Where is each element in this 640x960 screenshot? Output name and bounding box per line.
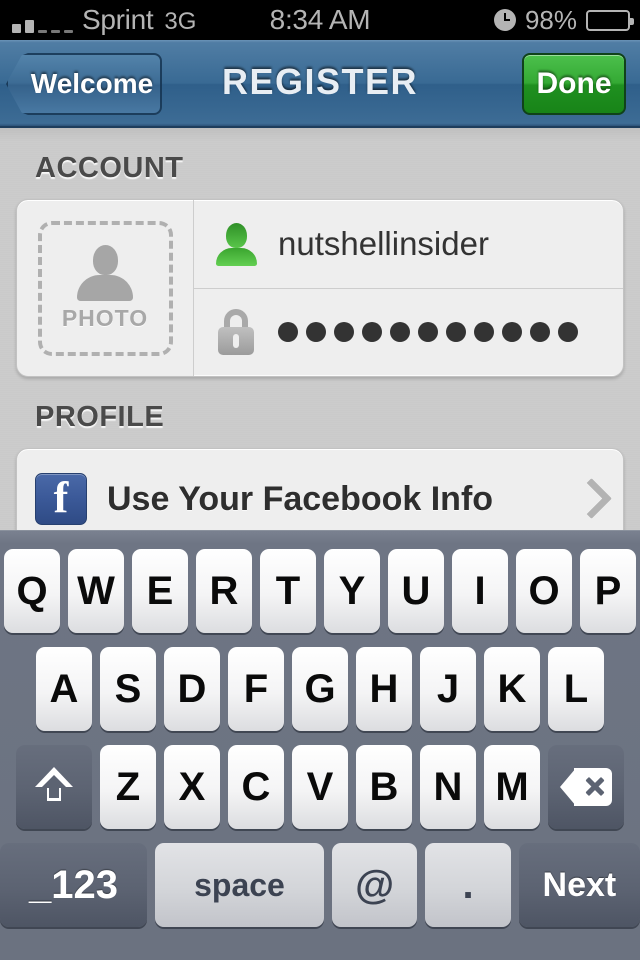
key-w[interactable]: W [68,549,124,633]
password-dot [502,322,522,343]
password-dot [418,322,438,343]
section-header-account: ACCOUNT [35,152,184,184]
onscreen-keyboard: QWERTYUIOP ASDFGHJKL ZXCVBNM _123 space … [0,530,640,960]
backspace-key[interactable] [548,745,624,829]
lock-icon [216,309,256,356]
status-bar: Sprint 3G 8:34 AM 98% [0,0,640,40]
account-card: PHOTO nutshellinsider [16,199,624,377]
keyboard-row-3: ZXCVBNM [0,745,640,829]
key-n[interactable]: N [420,745,476,829]
section-header-profile: PROFILE [35,401,165,433]
key-y[interactable]: Y [324,549,380,633]
period-key[interactable]: . [425,843,511,927]
key-h[interactable]: H [356,647,412,731]
keyboard-row-4: _123 space @ . Next [0,843,640,927]
password-dot [306,322,326,343]
photo-picker-button[interactable]: PHOTO [17,200,194,376]
password-dot [390,322,410,343]
key-b[interactable]: B [356,745,412,829]
key-x[interactable]: X [164,745,220,829]
space-key[interactable]: space [155,843,324,927]
password-field-row[interactable] [194,287,623,377]
password-dot [530,322,550,343]
shift-icon [35,767,73,807]
backspace-icon [560,768,612,806]
key-d[interactable]: D [164,647,220,731]
key-r[interactable]: R [196,549,252,633]
done-button[interactable]: Done [522,53,626,115]
key-l[interactable]: L [548,647,604,731]
key-s[interactable]: S [100,647,156,731]
key-c[interactable]: C [228,745,284,829]
battery-percent-label: 98% [524,4,577,35]
keyboard-row-2: ASDFGHJKL [0,647,640,731]
photo-label: PHOTO [61,304,149,331]
numbers-key[interactable]: _123 [0,843,148,927]
photo-placeholder-box: PHOTO [37,220,173,356]
key-q[interactable]: Q [4,549,60,633]
alarm-clock-icon [493,9,516,31]
key-a[interactable]: A [36,647,92,731]
at-key[interactable]: @ [331,843,418,927]
password-dot [334,322,354,343]
person-silhouette-icon [75,244,135,301]
key-i[interactable]: I [452,549,508,633]
status-bar-right: 98% [493,4,640,36]
key-g[interactable]: G [292,647,348,731]
password-input[interactable] [278,322,578,343]
password-dot [362,322,382,343]
facebook-info-row[interactable]: Use Your Facebook Info [16,448,624,530]
account-fields: nutshellinsider [194,200,623,376]
password-dot [558,322,578,343]
password-dot [446,322,466,343]
key-o[interactable]: O [516,549,572,633]
keyboard-row-1: QWERTYUIOP [0,549,640,633]
key-k[interactable]: K [484,647,540,731]
key-j[interactable]: J [420,647,476,731]
password-dot [474,322,494,343]
app-screen: Sprint 3G 8:34 AM 98% Welcome REGISTER D… [0,0,640,960]
key-z[interactable]: Z [100,745,156,829]
person-icon [216,222,257,266]
key-f[interactable]: F [228,647,284,731]
shift-key[interactable] [16,745,92,829]
next-key[interactable]: Next [518,843,640,927]
facebook-icon [35,473,87,525]
key-e[interactable]: E [132,549,188,633]
key-p[interactable]: P [580,549,636,633]
done-button-label: Done [536,67,612,100]
password-dot [278,322,298,343]
key-u[interactable]: U [388,549,444,633]
username-field-row[interactable]: nutshellinsider [194,200,623,288]
navigation-bar: Welcome REGISTER Done [0,40,640,128]
form-content: ACCOUNT PHOTO nutshellinsider PROFILE f … [0,128,640,530]
chevron-right-icon [577,480,599,518]
key-v[interactable]: V [292,745,348,829]
key-m[interactable]: M [484,745,540,829]
battery-icon [586,9,634,31]
username-input[interactable]: nutshellinsider [278,225,489,263]
facebook-info-label: Use Your Facebook Info [107,479,494,518]
key-t[interactable]: T [260,549,316,633]
